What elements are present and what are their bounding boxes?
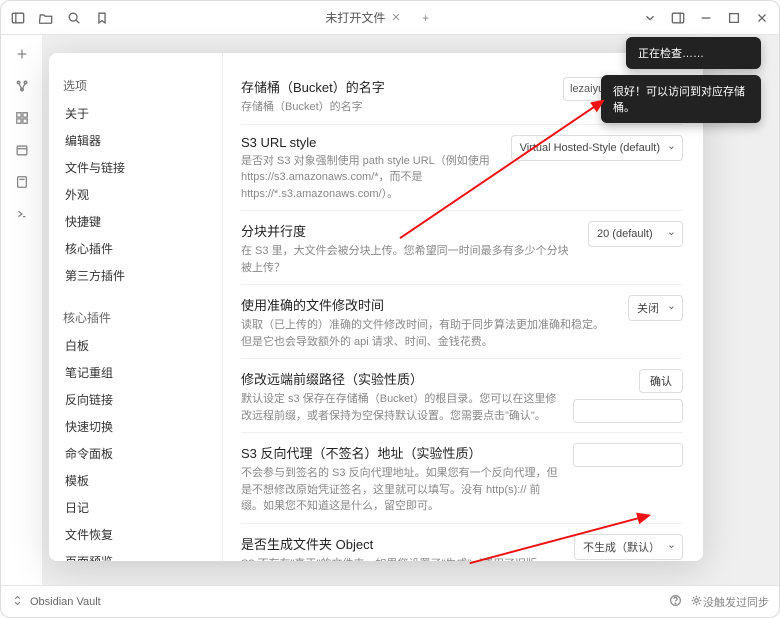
chevron-updown-icon[interactable] [11,594,24,610]
sync-status: 没触发过同步 [703,594,769,610]
graph-icon[interactable] [11,75,33,97]
command-icon[interactable] [11,203,33,225]
opt-prefix-title: 修改远端前缀路径（实验性质） [241,369,561,388]
nav-command-palette[interactable]: 命令面板 [57,440,214,467]
opt-bucket-title: 存储桶（Bucket）的名字 [241,77,551,96]
nav-section-options: 选项 [63,77,208,94]
opt-genfolder-title: 是否生成文件夹 Object [241,534,562,553]
window-close-icon[interactable] [751,7,773,29]
nav-daily[interactable]: 日记 [57,494,214,521]
nav-about[interactable]: 关于 [57,100,214,127]
nav-core-plugins[interactable]: 核心插件 [57,235,214,262]
titlebar: 未打开文件 ✕ + [1,1,779,35]
opt-mtime-desc: 读取（已上传的）准确的文件修改时间，有助于同步算法更加准确和稳定。但是它也会导致… [241,317,611,350]
opt-mtime-title: 使用准确的文件修改时间 [241,295,616,314]
opt-bucket-desc: 存储桶（Bucket）的名字 [241,99,551,116]
prefix-input[interactable] [573,399,683,423]
close-icon[interactable]: ✕ [391,11,400,24]
bookmark-icon[interactable] [91,7,113,29]
mtime-select[interactable]: 关闭 [628,295,683,321]
opt-genfolder-desc: S3 不存在"真正"的文件夹。如果您设置了"生成"（或用了旧版本），那么插件会上… [241,556,562,562]
folder-icon[interactable] [35,7,57,29]
vault-name[interactable]: Obsidian Vault [30,596,101,608]
chevron-down-icon[interactable] [639,7,661,29]
nav-whiteboard[interactable]: 白板 [57,332,214,359]
toast-checking: 正在检查…… [626,37,761,69]
nav-backlink[interactable]: 反向链接 [57,386,214,413]
new-tab-button[interactable]: + [417,9,435,27]
template-icon[interactable] [11,171,33,193]
nav-appearance[interactable]: 外观 [57,181,214,208]
tab-label: 未打开文件 [325,9,385,26]
opt-urlstyle-desc: 是否对 S3 对象强制使用 path style URL（例如使用 https:… [241,153,499,203]
nav-templates[interactable]: 模板 [57,467,214,494]
proxy-input[interactable] [573,443,683,467]
nav-note-reorg[interactable]: 笔记重组 [57,359,214,386]
tab-unopened[interactable]: 未打开文件 ✕ [317,5,408,30]
sidebar-toggle-right-icon[interactable] [667,7,689,29]
opt-prefix-desc: 默认设定 s3 保存在存储桶（Bucket）的根目录。您可以在这里修改远程前缀，… [241,391,561,424]
daily-icon[interactable] [11,139,33,161]
urlstyle-select[interactable]: Virtual Hosted-Style (default) [511,135,683,161]
opt-proxy-desc: 不会参与到签名的 S3 反向代理地址。如果您有一个反向代理，但是不想修改原始凭证… [241,465,561,515]
canvas-icon[interactable] [11,107,33,129]
help-icon[interactable] [669,594,682,610]
opt-proxy-title: S3 反向代理（不签名）地址（实验性质） [241,443,561,462]
nav-third-plugins[interactable]: 第三方插件 [57,262,214,289]
nav-quick-switch[interactable]: 快速切换 [57,413,214,440]
opt-parts-title: 分块并行度 [241,221,576,240]
genfolder-select[interactable]: 不生成（默认） [574,534,683,560]
nav-files-links[interactable]: 文件与链接 [57,154,214,181]
minimize-icon[interactable] [695,7,717,29]
parts-select[interactable]: 20 (default) [588,221,683,247]
nav-page-preview[interactable]: 页面预览 [57,548,214,561]
search-icon[interactable] [63,7,85,29]
left-rail [1,35,43,585]
settings-content: 存储桶（Bucket）的名字 存储桶（Bucket）的名字 S3 URL sty… [223,53,703,561]
maximize-icon[interactable] [723,7,745,29]
quick-switcher-icon[interactable] [11,43,33,65]
statusbar: Obsidian Vault 没触发过同步 [1,585,779,617]
sidebar-toggle-left-icon[interactable] [7,7,29,29]
nav-file-recovery[interactable]: 文件恢复 [57,521,214,548]
settings-panel: 选项 关于 编辑器 文件与链接 外观 快捷键 核心插件 第三方插件 核心插件 白… [49,53,703,561]
nav-editor[interactable]: 编辑器 [57,127,214,154]
toast-success: 很好！可以访问到对应存储桶。 [601,75,761,123]
prefix-confirm-button[interactable]: 确认 [639,369,683,393]
settings-icon[interactable] [690,594,703,610]
opt-parts-desc: 在 S3 里，大文件会被分块上传。您希望同一时间最多有多少个分块被上传？ [241,243,576,276]
nav-hotkeys[interactable]: 快捷键 [57,208,214,235]
opt-urlstyle-title: S3 URL style [241,135,499,150]
nav-section-core: 核心插件 [63,309,208,326]
settings-nav: 选项 关于 编辑器 文件与链接 外观 快捷键 核心插件 第三方插件 核心插件 白… [49,53,223,561]
